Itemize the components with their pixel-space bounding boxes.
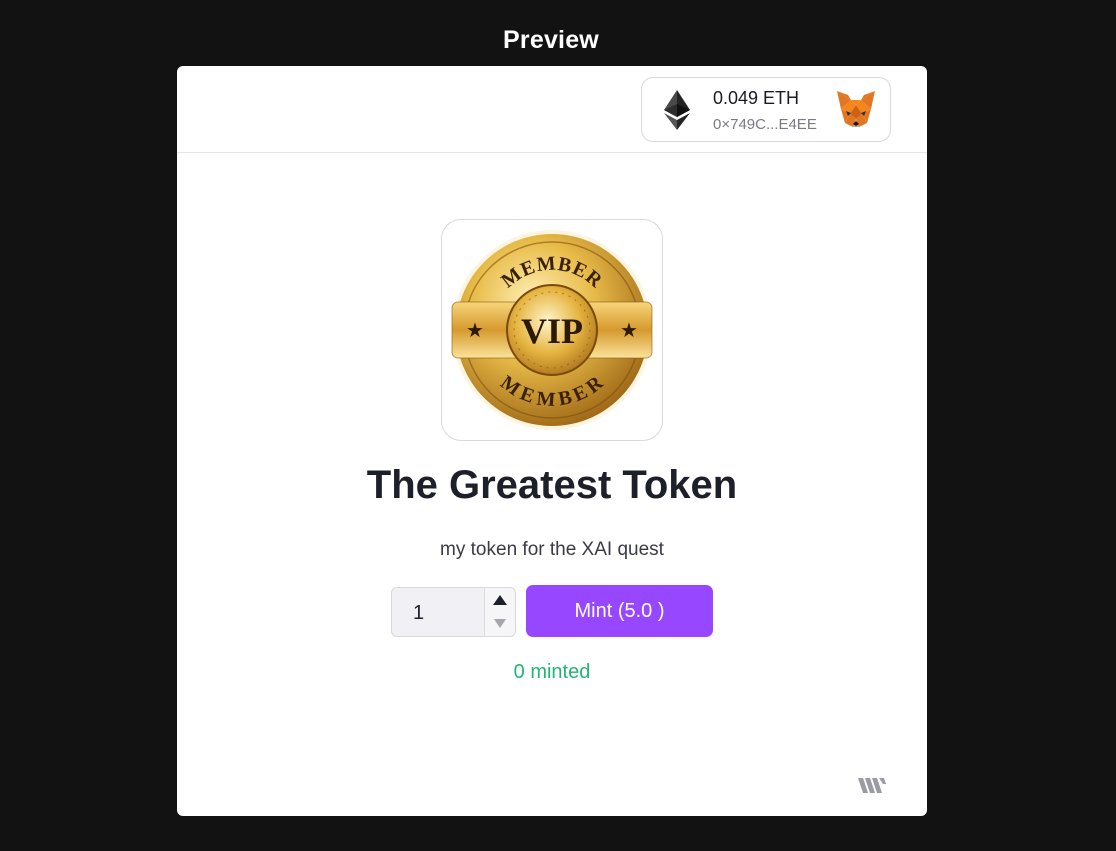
quantity-stepper[interactable]: 1 bbox=[391, 587, 516, 637]
svg-text:★: ★ bbox=[466, 320, 484, 342]
wallet-button[interactable]: 0.049 ETH 0×749C...E4EE bbox=[641, 77, 891, 142]
vip-member-badge-image: VIP MEMBER MEMBER ★ ★ bbox=[451, 230, 653, 430]
mint-button[interactable]: Mint (5.0 ) bbox=[526, 585, 713, 637]
token-title: The Greatest Token bbox=[366, 463, 738, 507]
quantity-input[interactable]: 1 bbox=[413, 602, 424, 625]
ethereum-icon bbox=[664, 90, 690, 130]
token-description: my token for the XAI quest bbox=[440, 539, 664, 560]
badge-center-text: VIP bbox=[521, 311, 583, 351]
increment-button[interactable] bbox=[485, 588, 515, 612]
stepper-controls bbox=[484, 588, 515, 636]
preview-frame: 0.049 ETH 0×749C...E4EE VIP MEMBER MEMBE… bbox=[177, 66, 927, 816]
triangle-down-icon bbox=[494, 619, 506, 628]
token-image: VIP MEMBER MEMBER ★ ★ bbox=[441, 219, 663, 441]
triangle-up-icon bbox=[493, 595, 507, 605]
wallet-balance: 0.049 ETH bbox=[713, 88, 800, 108]
metamask-fox-icon bbox=[837, 91, 875, 127]
decrement-button[interactable] bbox=[485, 612, 515, 636]
svg-text:★: ★ bbox=[620, 320, 638, 342]
brand-logo-icon bbox=[858, 778, 886, 793]
page-title: Preview bbox=[503, 26, 599, 54]
preview-header: 0.049 ETH 0×749C...E4EE bbox=[177, 66, 927, 153]
wallet-address: 0×749C...E4EE bbox=[713, 116, 817, 133]
minted-count: 0 minted bbox=[513, 661, 591, 683]
